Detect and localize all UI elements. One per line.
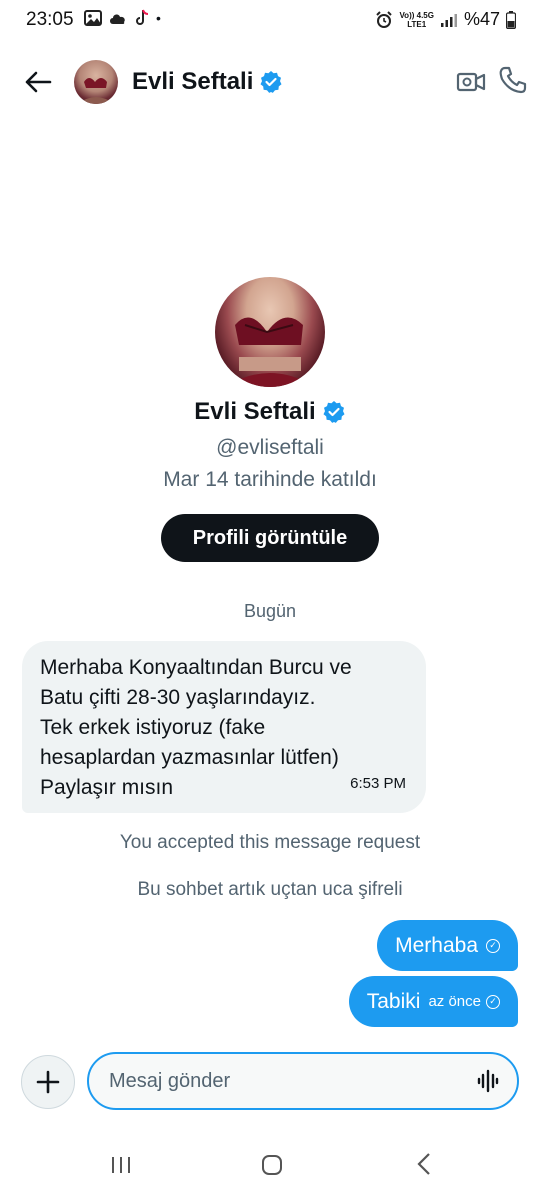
verified-badge-icon	[260, 71, 282, 93]
plus-icon	[36, 1070, 60, 1094]
incoming-message[interactable]: Merhaba Konyaaltından Burcu ve Batu çift…	[22, 641, 426, 813]
header-avatar[interactable]	[74, 60, 118, 104]
system-back-button[interactable]	[414, 1152, 434, 1181]
alarm-icon	[376, 10, 393, 28]
battery-icon	[506, 10, 516, 29]
profile-photo	[225, 317, 315, 387]
phone-call-icon	[499, 66, 527, 94]
cloud-icon	[110, 14, 125, 24]
gallery-icon	[84, 10, 102, 26]
message-line: Batu çifti 28-30 yaşlarındayız.	[40, 686, 316, 709]
home-icon	[262, 1155, 282, 1175]
voice-message-button[interactable]	[477, 1069, 499, 1099]
notification-icons: •	[84, 9, 161, 27]
outgoing-message[interactable]: Tabiki az önce ✓	[348, 976, 518, 1027]
signal-icon	[440, 13, 457, 27]
recent-apps-button[interactable]	[110, 1154, 132, 1181]
message-input[interactable]: Mesaj gönder	[87, 1052, 519, 1110]
voice-waveform-icon	[477, 1069, 499, 1093]
video-call-button[interactable]	[456, 67, 486, 97]
system-message-encrypted: Bu sohbet artık uçtan uca şifreli	[137, 879, 403, 900]
message-line: Tek erkek istiyoruz (fake	[40, 716, 266, 739]
more-notifications-dot-icon: •	[156, 10, 161, 26]
sent-check-icon: ✓	[486, 938, 500, 953]
back-arrow-icon	[25, 71, 52, 93]
outgoing-message[interactable]: Merhaba ✓	[377, 920, 518, 971]
add-attachment-button[interactable]	[21, 1055, 75, 1109]
network-type: Vo)) 4.5G LTE1	[399, 10, 434, 29]
sent-check-icon: ✓	[486, 994, 500, 1009]
message-timestamp: 6:53 PM	[350, 775, 406, 792]
verified-badge-icon	[323, 401, 345, 423]
profile-name: Evli Seftali	[0, 398, 540, 426]
back-button[interactable]	[22, 66, 54, 98]
system-navigation-bar	[0, 1132, 540, 1200]
message-text: Tabiki	[366, 989, 421, 1013]
recent-apps-icon	[112, 1157, 130, 1173]
day-separator: Bugün	[243, 601, 297, 621]
status-time: 23:05	[26, 9, 74, 30]
avatar-photo	[78, 78, 114, 104]
message-timestamp: az önce	[428, 993, 481, 1010]
video-call-icon	[456, 72, 486, 92]
phone-call-button[interactable]	[498, 65, 530, 97]
chat-header: Evli Seftali	[0, 48, 540, 118]
message-text: Merhaba	[395, 933, 478, 957]
tiktok-icon	[136, 9, 149, 25]
home-button[interactable]	[261, 1154, 283, 1181]
view-profile-button[interactable]: Profili görüntüle	[161, 514, 379, 562]
system-indicators: Vo)) 4.5G LTE1 %47	[375, 9, 516, 30]
message-status: az önce ✓	[428, 993, 500, 1010]
message-status: ✓	[486, 938, 500, 953]
battery-percent: %47	[463, 9, 500, 29]
message-input-placeholder: Mesaj gönder	[109, 1069, 231, 1092]
profile-joined-date: Mar 14 tarihinde katıldı	[163, 468, 377, 491]
contact-name[interactable]: Evli Seftali	[132, 68, 283, 96]
status-bar: 23:05 • Vo)) 4.5G LTE1 %47	[0, 0, 540, 38]
profile-avatar[interactable]	[215, 277, 325, 387]
profile-handle: @evliseftali	[216, 436, 324, 459]
message-line: Merhaba Konyaaltından Burcu ve	[40, 656, 352, 679]
chevron-left-icon	[417, 1153, 430, 1175]
system-message-accepted: You accepted this message request	[119, 832, 421, 853]
